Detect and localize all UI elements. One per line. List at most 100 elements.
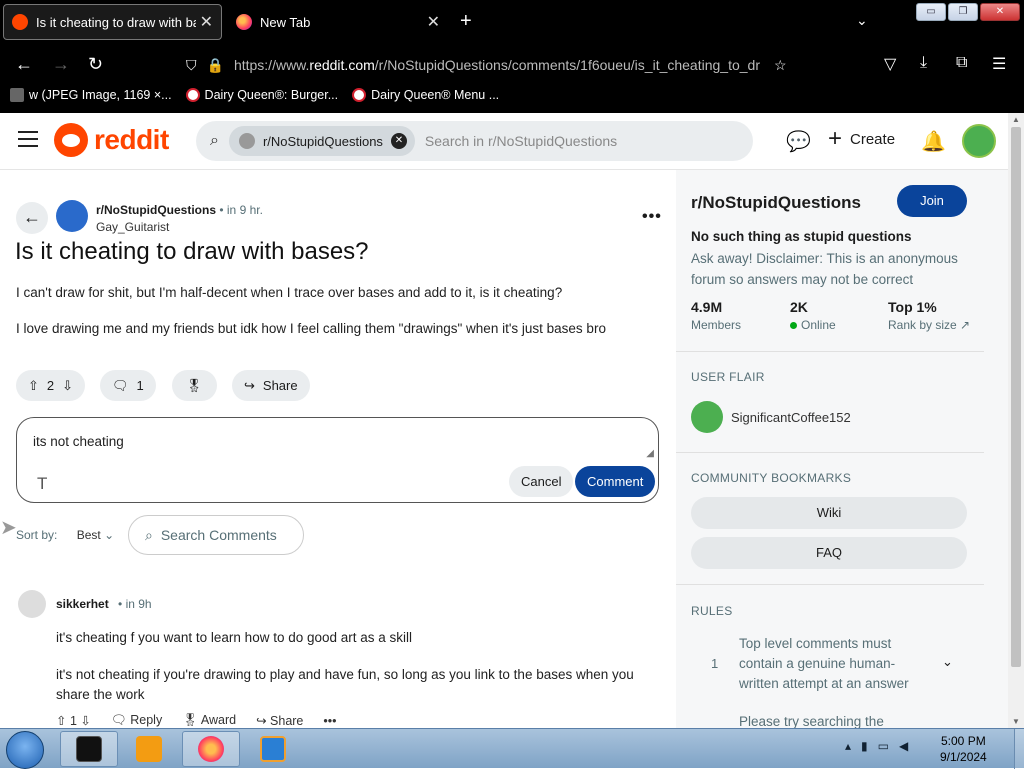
chevron-down-icon[interactable]: ⌄ — [942, 654, 953, 670]
browser-chrome: Is it cheating to draw with bases ✕ New … — [0, 0, 1024, 113]
subreddit-avatar[interactable] — [56, 200, 88, 232]
taskbar-app-firefox[interactable] — [182, 731, 240, 767]
tab-reddit[interactable]: Is it cheating to draw with bases ✕ — [3, 4, 222, 40]
comment-input[interactable]: its not cheating — [33, 434, 124, 449]
bookmark-star-icon[interactable]: ☆ — [774, 57, 787, 74]
url-text[interactable]: https://www.reddit.com/r/NoStupidQuestio… — [234, 57, 764, 73]
tray-expand-icon[interactable]: ▴ — [845, 739, 851, 753]
faq-button[interactable]: FAQ — [691, 537, 967, 569]
back-arrow-icon[interactable]: ← — [15, 54, 33, 75]
share-button[interactable]: ↪ Share — [256, 713, 303, 728]
taskbar-app-terminal[interactable] — [60, 731, 118, 767]
reload-icon[interactable]: ↻ — [88, 54, 103, 75]
page-scrollbar[interactable]: ▲ ▼ — [1008, 113, 1024, 728]
hamburger-menu-icon[interactable] — [18, 131, 38, 152]
comment-author-avatar[interactable] — [18, 590, 46, 618]
downvote-icon[interactable]: ⇩ — [62, 378, 73, 394]
comment-search-input[interactable]: ⌕ Search Comments — [128, 515, 304, 555]
extensions-icon[interactable]: ⧉ — [956, 54, 967, 72]
comment-bubble-icon: 🗨 — [112, 377, 129, 393]
upvote-icon[interactable]: ⇧ — [56, 714, 66, 728]
volume-icon[interactable]: ◀ — [899, 739, 908, 753]
vote-control: ⇧ 2 ⇩ — [16, 370, 86, 401]
chevron-down-icon: ⌄ — [104, 528, 115, 542]
address-bar[interactable]: ⛉ 🔒 https://www.reddit.com/r/NoStupidQue… — [186, 50, 806, 80]
remove-chip-icon[interactable]: ✕ — [390, 133, 407, 149]
show-desktop-button[interactable] — [1014, 729, 1024, 769]
lock-icon[interactable]: 🔒 — [207, 57, 224, 74]
stat-rank[interactable]: Top 1% Rank by size ↗ — [888, 299, 970, 332]
sort-dropdown[interactable]: Sort by: Best ⌄ — [16, 528, 114, 542]
post-author[interactable]: Gay_Guitarist — [96, 220, 263, 234]
pocket-icon[interactable]: ▽ — [884, 54, 896, 74]
wiki-button[interactable]: Wiki — [691, 497, 967, 529]
share-button[interactable]: ↪ Share — [232, 370, 310, 401]
restore-button[interactable]: ❐ — [948, 3, 978, 21]
list-tabs-icon[interactable]: ⌄ — [856, 12, 868, 29]
search-input[interactable]: Search in r/NoStupidQuestions — [425, 133, 617, 149]
reddit-logo[interactable]: reddit — [54, 123, 169, 157]
start-button[interactable] — [6, 731, 44, 769]
bookmark-item[interactable]: w (JPEG Image, 1169 ×... — [10, 88, 172, 102]
rule-text[interactable]: Top level comments must contain a genuin… — [739, 634, 929, 694]
menu-icon[interactable]: ☰ — [992, 54, 1006, 74]
comments-button[interactable]: 🗨 1 — [100, 370, 156, 401]
bookmark-item[interactable]: Dairy Queen®: Burger... — [185, 88, 338, 102]
tab-title: Is it cheating to draw with bases — [36, 14, 196, 30]
shield-icon[interactable]: ⛉ — [186, 57, 197, 74]
downloads-icon[interactable]: ⤓ — [920, 54, 927, 72]
flair-username[interactable]: SignificantCoffee152 — [731, 410, 851, 425]
chat-icon[interactable]: 💬 — [786, 129, 811, 154]
plus-icon: + — [828, 125, 843, 152]
divider — [676, 584, 984, 585]
comment-author[interactable]: sikkerhet — [56, 597, 109, 611]
taskbar-clock[interactable]: 5:00 PM 9/1/2024 — [940, 733, 987, 765]
back-button[interactable]: ← — [16, 202, 48, 234]
subreddit-link[interactable]: r/NoStupidQuestions — [96, 203, 216, 217]
award-button[interactable]: 🎖 Award — [182, 713, 236, 728]
more-options-icon[interactable]: ••• — [642, 208, 662, 226]
monitor-icon[interactable]: ▭ — [878, 739, 889, 753]
create-button[interactable]: + Create — [828, 125, 895, 152]
new-tab-button[interactable]: + — [460, 10, 472, 33]
online-dot-icon — [790, 322, 797, 329]
terminal-icon — [76, 736, 102, 762]
post-meta: r/NoStupidQuestions • in 9 hr. Gay_Guita… — [96, 203, 263, 234]
upvote-icon[interactable]: ⇧ — [28, 378, 39, 394]
post-main: ← r/NoStupidQuestions • in 9 hr. Gay_Gui… — [0, 170, 676, 728]
taskbar-app-window[interactable] — [244, 731, 302, 767]
close-window-button[interactable]: ✕ — [980, 3, 1020, 21]
scroll-thumb[interactable] — [1011, 127, 1021, 667]
notifications-bell-icon[interactable]: 🔔 — [921, 129, 946, 154]
tab-new-tab[interactable]: New Tab ✕ — [228, 4, 448, 40]
close-tab-icon[interactable]: ✕ — [200, 12, 213, 32]
search-bar[interactable]: ⌕ r/NoStupidQuestions ✕ Search in r/NoSt… — [196, 121, 753, 161]
reddit-header: reddit ⌕ r/NoStupidQuestions ✕ Search in… — [0, 113, 1008, 170]
firefox-icon — [198, 736, 224, 762]
award-button[interactable]: 🎖 — [172, 370, 217, 401]
comment-text: it's cheating f you want to learn how to… — [56, 630, 413, 645]
cancel-button[interactable]: Cancel — [509, 466, 574, 497]
join-button[interactable]: Join — [897, 185, 967, 217]
comment-actions: ⇧ 1 ⇩ 🗨 Reply 🎖 Award ↪ Share ••• — [56, 713, 337, 728]
formatting-icon[interactable]: T — [37, 474, 47, 494]
community-description: Ask away! Disclaimer: This is an anonymo… — [691, 251, 958, 287]
taskbar-app-media[interactable] — [120, 731, 178, 767]
rule-text[interactable]: Please try searching the — [739, 714, 929, 728]
subreddit-search-chip[interactable]: r/NoStupidQuestions ✕ — [228, 126, 415, 156]
user-avatar[interactable] — [962, 124, 996, 158]
comment-composer[interactable]: its not cheating T Cancel Comment ◢ — [16, 417, 659, 503]
tray-app-icon[interactable]: ▮ — [861, 739, 868, 753]
bookmark-item[interactable]: Dairy Queen® Menu ... — [352, 88, 499, 102]
downvote-icon[interactable]: ⇩ — [80, 714, 90, 728]
bookmarks-heading: COMMUNITY BOOKMARKS — [691, 471, 852, 485]
minimize-button[interactable]: ▭ — [916, 3, 946, 21]
comment-submit-button[interactable]: Comment — [575, 466, 656, 497]
scroll-up-icon[interactable]: ▲ — [1012, 115, 1020, 124]
forward-arrow-icon[interactable]: → — [52, 54, 70, 75]
scroll-down-icon[interactable]: ▼ — [1012, 717, 1020, 726]
close-tab-icon[interactable]: ✕ — [427, 12, 440, 32]
more-options-icon[interactable]: ••• — [323, 714, 336, 728]
resize-grip-icon[interactable]: ◢ — [646, 448, 654, 459]
reply-button[interactable]: 🗨 Reply — [111, 713, 162, 728]
